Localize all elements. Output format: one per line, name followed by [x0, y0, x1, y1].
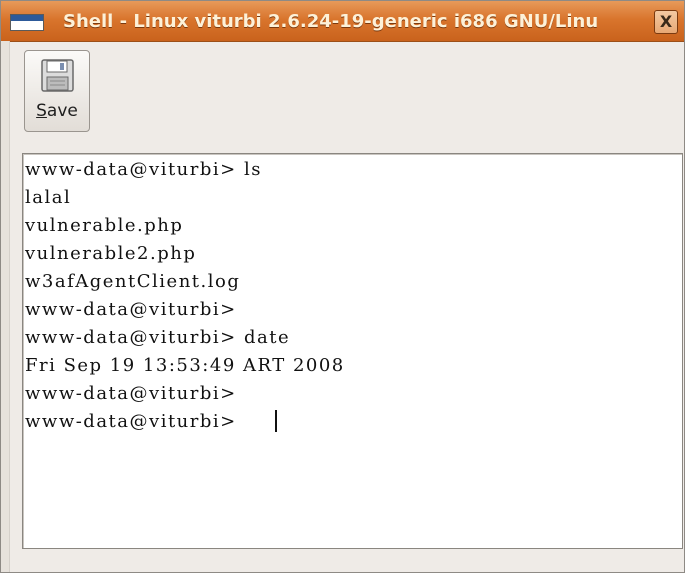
- terminal-output[interactable]: www-data@viturbi> ls lalal vulnerable.ph…: [22, 153, 683, 549]
- terminal-line: www-data@viturbi> date: [25, 327, 291, 348]
- terminal-line: www-data@viturbi> ls: [25, 159, 262, 180]
- terminal-line: vulnerable.php: [25, 215, 184, 236]
- terminal-window-icon: [10, 14, 44, 31]
- terminal-line: Fri Sep 19 13:53:49 ART 2008: [25, 355, 345, 376]
- terminal-line: lalal: [25, 187, 72, 208]
- floppy-disk-icon: [41, 59, 74, 92]
- save-mnemonic: S: [36, 101, 47, 121]
- window-left-edge: [1, 41, 10, 572]
- terminal-line: www-data@viturbi>: [25, 383, 237, 404]
- terminal-prompt-line: www-data@viturbi>: [25, 411, 244, 432]
- window-title: Shell - Linux viturbi 2.6.24-19-generic …: [63, 11, 599, 32]
- shell-window: Shell - Linux viturbi 2.6.24-19-generic …: [0, 0, 685, 573]
- save-button[interactable]: Save: [24, 50, 90, 132]
- save-button-label: Save: [25, 101, 89, 121]
- close-button[interactable]: X: [654, 10, 678, 34]
- terminal-line: vulnerable2.php: [25, 243, 197, 264]
- save-label-rest: ave: [46, 101, 78, 121]
- text-cursor: [275, 410, 277, 432]
- terminal-line: www-data@viturbi>: [25, 299, 237, 320]
- close-icon: X: [659, 12, 673, 31]
- window-titlebar[interactable]: Shell - Linux viturbi 2.6.24-19-generic …: [1, 1, 684, 42]
- terminal-line: w3afAgentClient.log: [25, 271, 241, 292]
